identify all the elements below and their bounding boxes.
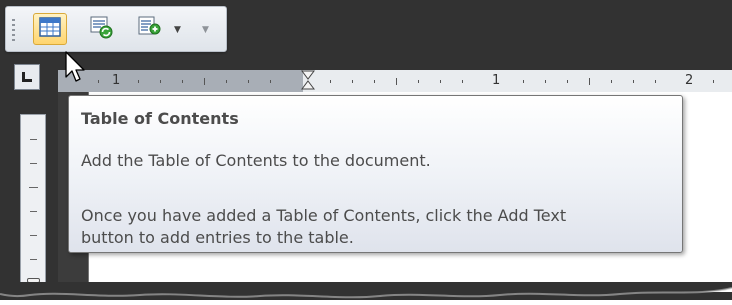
toolbar-grip[interactable] (12, 19, 15, 41)
word-window: ▼ ▼ 1 1 2 Table of Contents Add the Tabl… (0, 0, 732, 300)
ruler-tick (248, 80, 249, 83)
add-text-dropdown-icon[interactable]: ▼ (174, 25, 181, 35)
tooltip-description: button to add entries to the table. (81, 228, 354, 247)
ruler-tick (352, 80, 353, 83)
ruler-tick (30, 211, 37, 212)
update-table-icon (89, 15, 113, 43)
ruler-tick (30, 235, 37, 236)
quick-access-toolbar: ▼ ▼ (5, 6, 227, 52)
add-text-button[interactable] (134, 13, 164, 45)
horizontal-ruler[interactable]: 1 1 2 (58, 70, 732, 92)
ruler-tick (330, 80, 331, 83)
ruler-tick (98, 80, 99, 83)
first-line-indent-marker[interactable] (301, 70, 315, 92)
ruler-tick (374, 80, 375, 83)
ruler-tick (713, 80, 714, 83)
tooltip-description: Once you have added a Table of Contents,… (81, 206, 567, 225)
ruler-tick (182, 80, 183, 83)
ruler-tick (396, 78, 397, 85)
ruler-margin-area (58, 70, 303, 92)
add-text-icon (137, 15, 161, 43)
ruler-tick (523, 80, 524, 83)
ruler-tick (633, 80, 634, 83)
ruler-tick (589, 78, 590, 85)
ruler-tick (138, 80, 139, 83)
mouse-pointer-icon (65, 51, 85, 82)
ruler-tick (270, 80, 271, 83)
tab-selector-button[interactable] (14, 64, 40, 90)
ruler-tick (226, 80, 227, 83)
ruler-tick (30, 139, 37, 140)
update-table-button[interactable] (84, 13, 118, 45)
ruler-tick (204, 78, 205, 85)
customize-toolbar-icon[interactable]: ▼ (202, 25, 209, 35)
vertical-ruler[interactable] (20, 114, 46, 290)
table-of-contents-button[interactable] (33, 13, 67, 45)
ruler-tick (29, 187, 38, 188)
ruler-number: 1 (112, 73, 121, 88)
ruler-tick (30, 259, 37, 260)
tooltip-description: Add the Table of Contents to the documen… (81, 151, 431, 170)
tooltip-title: Table of Contents (81, 109, 239, 128)
ruler-tick (567, 80, 568, 83)
ruler-tick (611, 80, 612, 83)
torn-edge (0, 282, 732, 299)
ruler-tick (545, 80, 546, 83)
left-tab-icon (21, 71, 32, 82)
ruler-tick (160, 80, 161, 83)
ruler-number: 1 (492, 73, 501, 88)
tooltip: Table of Contents Add the Table of Conte… (68, 95, 683, 253)
ruler-tick (418, 80, 419, 83)
ruler-tick (462, 80, 463, 83)
ruler-number: 2 (685, 73, 694, 88)
ruler-tick (440, 80, 441, 83)
table-of-contents-icon (39, 17, 61, 41)
ruler-tick (30, 163, 37, 164)
ruler-tick (655, 80, 656, 83)
